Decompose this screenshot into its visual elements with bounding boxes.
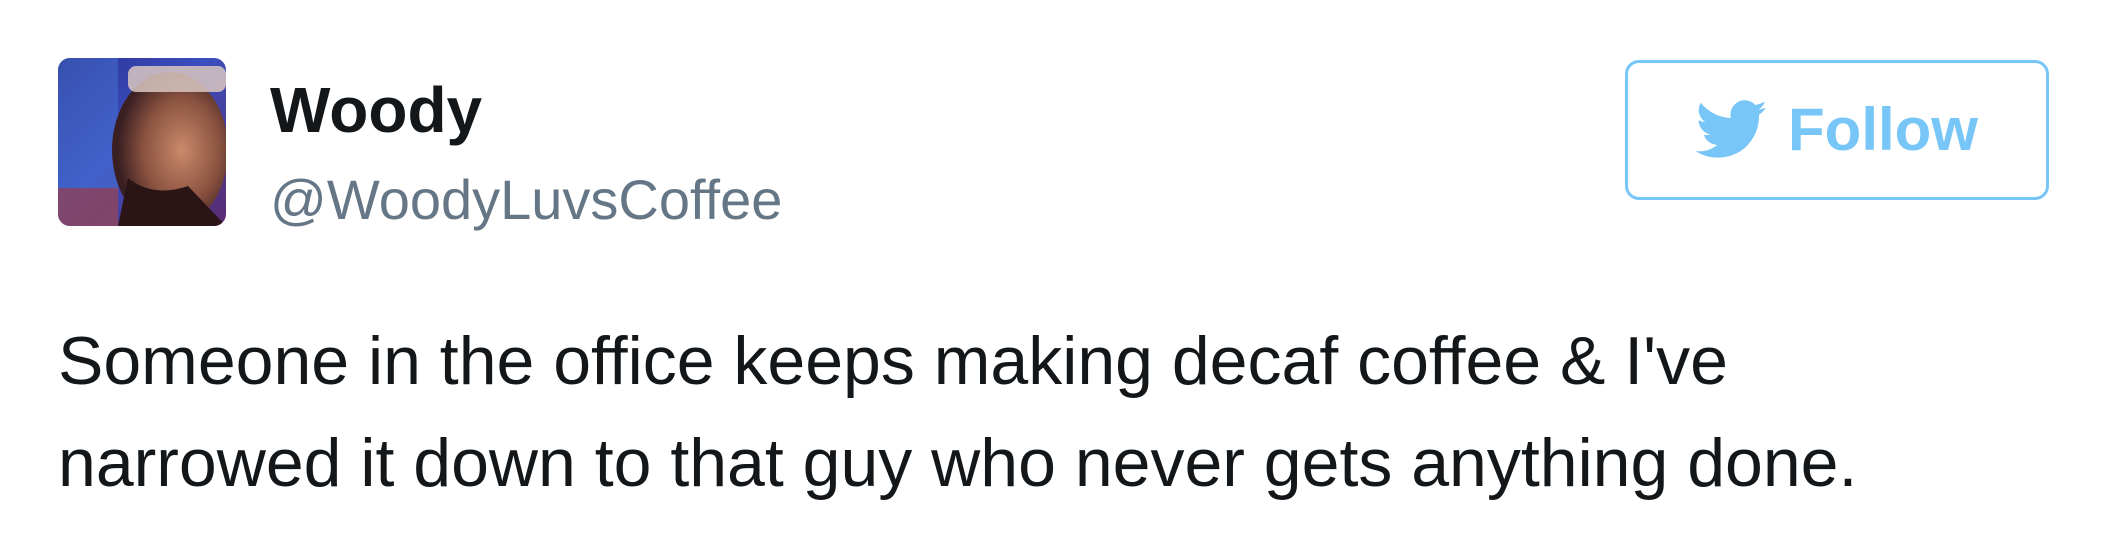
avatar[interactable] (58, 58, 226, 226)
follow-button[interactable]: Follow (1625, 60, 2049, 200)
display-name[interactable]: Woody (270, 70, 482, 150)
tweet-card: Woody @WoodyLuvsCoffee Follow Someone in… (0, 0, 2116, 536)
tweet-text-line: narrowed it down to that guy who never g… (58, 425, 1858, 501)
twitter-bird-icon (1696, 100, 1768, 160)
user-handle[interactable]: @WoodyLuvsCoffee (270, 164, 782, 236)
avatar-photo (58, 58, 226, 226)
tweet-text: Someone in the office keeps making decaf… (58, 310, 2078, 514)
follow-button-label: Follow (1788, 96, 1978, 163)
tweet-text-line: Someone in the office keeps making decaf… (58, 323, 1728, 399)
